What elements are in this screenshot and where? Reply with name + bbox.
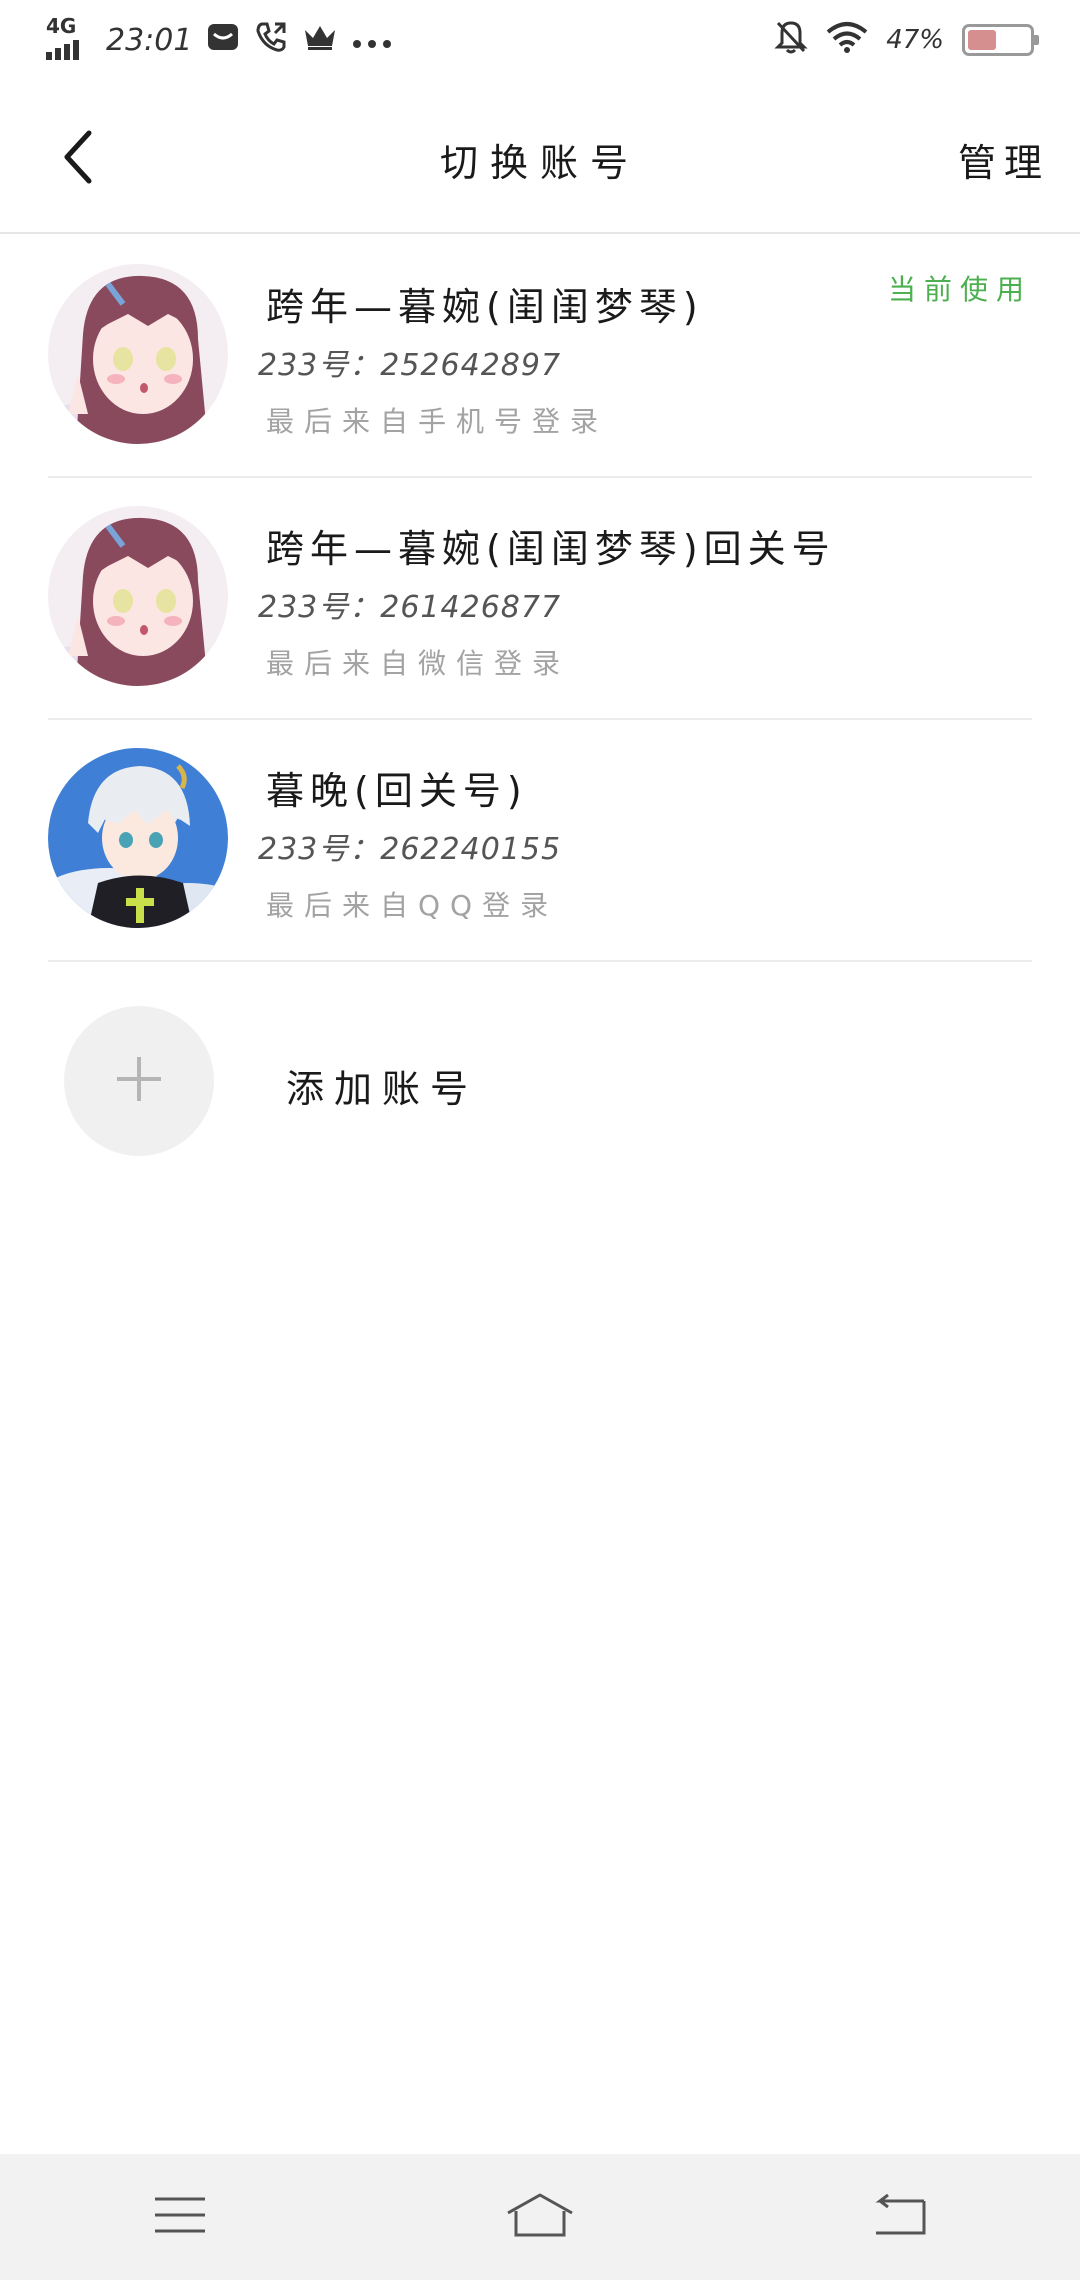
add-account-circle: [64, 1006, 214, 1156]
add-account-button[interactable]: 添加账号: [64, 1006, 764, 1156]
avatar: [48, 506, 228, 686]
network-type: 4G: [46, 14, 77, 38]
manage-button[interactable]: 管理: [958, 132, 1050, 187]
message-icon: [206, 20, 240, 60]
plus-icon: [115, 1055, 163, 1107]
account-name: 跨年—暮婉(闺闺梦琴): [266, 285, 704, 329]
avatar-anime-boy-icon: [48, 748, 228, 928]
account-name: 暮晚(回关号): [266, 769, 528, 813]
account-name: 跨年—暮婉(闺闺梦琴)回关号: [266, 527, 836, 571]
battery-percent: 47%: [886, 25, 944, 55]
network-signal-icon: 4G: [46, 14, 92, 60]
account-id: 233号：262240155: [258, 832, 562, 867]
home-icon: [504, 2191, 576, 2243]
add-account-label: 添加账号: [286, 1067, 479, 1111]
back-icon: [872, 2193, 928, 2241]
status-bar-right: 47%: [774, 19, 1039, 61]
status-bar-left: 4G 23:01: [46, 14, 392, 60]
account-item[interactable]: 暮晚(回关号) 233号：262240155 最后来自QQ登录: [48, 720, 1032, 962]
status-time: 23:01: [106, 22, 193, 58]
current-account-badge: 当前使用: [887, 273, 1032, 306]
menu-icon: [153, 2195, 207, 2239]
account-id: 233号：261426877: [258, 590, 562, 625]
account-login-source: 最后来自QQ登录: [266, 889, 559, 922]
top-app-bar: 切换账号 管理: [0, 80, 1080, 234]
wifi-icon: [826, 21, 868, 59]
account-item[interactable]: 跨年—暮婉(闺闺梦琴) 233号：252642897 最后来自手机号登录 当前使…: [48, 236, 1032, 478]
bell-off-icon: [774, 19, 808, 61]
page-title: 切换账号: [439, 141, 640, 185]
nav-home-button[interactable]: [480, 2172, 600, 2262]
crown-icon: [302, 22, 338, 58]
account-login-source: 最后来自微信登录: [266, 647, 571, 680]
battery-fill: [968, 30, 997, 50]
avatar-anime-girl-icon: [48, 506, 228, 686]
avatar: [48, 748, 228, 928]
status-bar: 4G 23:01 47%: [0, 0, 1080, 80]
more-dots-icon: [352, 25, 392, 55]
avatar: [48, 264, 228, 444]
nav-back-button[interactable]: [840, 2172, 960, 2262]
nav-menu-button[interactable]: [120, 2172, 240, 2262]
account-id: 233号：252642897: [258, 348, 562, 383]
battery-icon: [962, 24, 1039, 56]
account-list: 跨年—暮婉(闺闺梦琴) 233号：252642897 最后来自手机号登录 当前使…: [0, 236, 1080, 962]
avatar-anime-girl-icon: [48, 264, 228, 444]
account-item[interactable]: 跨年—暮婉(闺闺梦琴)回关号 233号：261426877 最后来自微信登录: [48, 478, 1032, 720]
phone-call-icon: [254, 20, 288, 60]
account-login-source: 最后来自手机号登录: [266, 405, 609, 438]
system-nav-bar: [0, 2154, 1080, 2280]
